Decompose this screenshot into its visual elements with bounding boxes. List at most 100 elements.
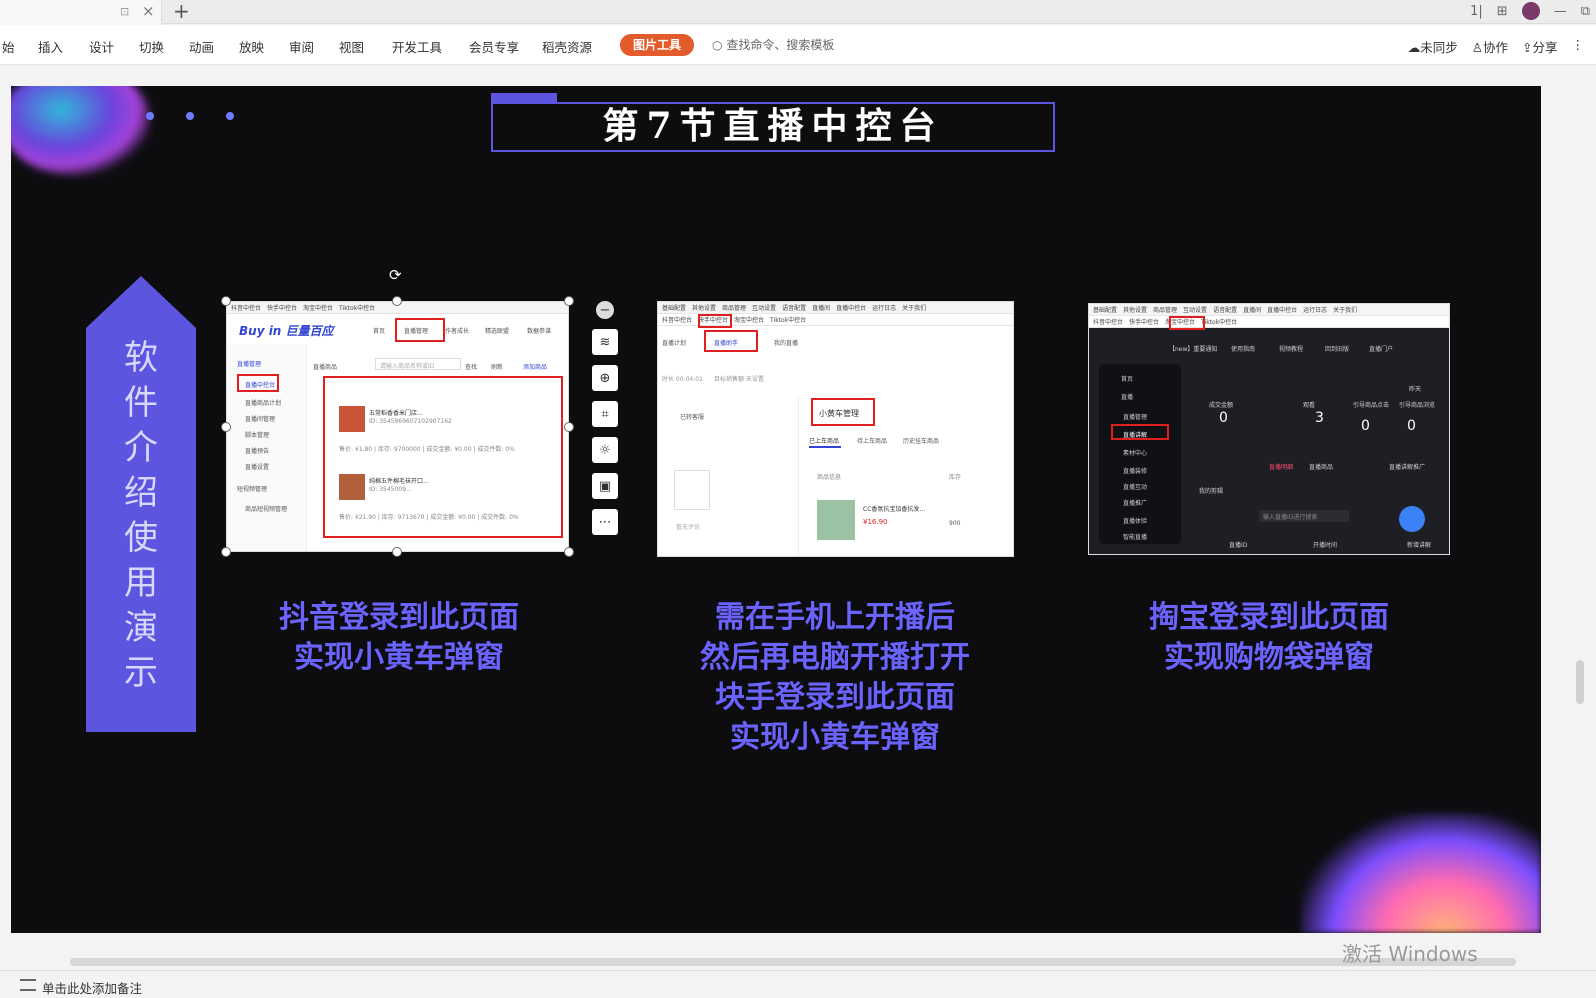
menu-transition[interactable]: 切换 [139,37,164,56]
apps-grid-icon[interactable]: ⊞ [1497,4,1508,19]
highlight-box [1169,316,1205,330]
resize-handle[interactable] [392,547,402,557]
top-button: 【new】重要通知 [1169,346,1218,353]
more-icon[interactable]: ⋮ [1572,37,1585,56]
add-product-button: 添加商品 [523,364,548,371]
caption-kuaishou[interactable]: 需在手机上开播后 然后再电脑开播打开 块手登录到此页面 实现小黄车弹窗 [639,598,1031,758]
menu-developer[interactable]: 开发工具 [392,37,442,56]
image-replace-icon[interactable]: ▣ [592,473,618,499]
notes-icon [20,979,36,991]
collab-button[interactable]: ♙协作 [1472,37,1508,56]
decorative-glow [11,86,151,176]
product-thumbnail [339,406,365,432]
zoom-in-icon[interactable]: ⊕ [592,365,618,391]
nav-item: 首页 [373,328,386,335]
menu-docer[interactable]: 稻壳资源 [542,37,592,56]
avatar[interactable] [1521,2,1540,20]
live-duration: 时长 00:04:01 [662,376,703,383]
tab-label: 互动设置 [752,305,777,312]
menu-item: 直播装修 [1123,468,1148,475]
notes-placeholder[interactable]: 单击此处添加备注 [42,978,142,997]
resize-handle[interactable] [221,296,231,306]
dark-dashboard: 【new】重要通知 使用指南 视频教程 回到旧版 直播门户 首页 直播 直播管理… [1089,330,1449,554]
menu-item: 直播管理 [1123,414,1148,421]
slide[interactable]: 第7节直播中控台 软件介绍使用演示 抖音中控台 快手中控台 淘宝中控台 Tikt… [11,86,1541,933]
panel-tab: 历史挂车商品 [903,438,940,445]
menu-insert[interactable]: 插入 [38,37,63,56]
caption-line: 抖音登录到此页面 [279,600,519,635]
product-id: ID: 3545969607102907162 [369,418,452,425]
minimize-icon[interactable]: — [1554,4,1567,19]
share-button[interactable]: ⇪分享 [1522,37,1558,56]
product-search: 请输入商品名称或ID [375,358,461,370]
restore-icon[interactable]: ⧉ [1581,4,1590,19]
vertical-scrollbar[interactable] [1576,660,1584,704]
menu-review[interactable]: 审阅 [289,37,314,56]
sync-button[interactable]: ☁未同步 [1408,37,1458,56]
product-thumbnail [817,500,855,540]
resize-handle[interactable] [392,296,402,306]
bulb-icon[interactable]: ☼ [592,437,618,463]
crop-icon[interactable]: ⌗ [592,401,618,427]
reading-mode-icon[interactable]: 1| [1470,4,1483,19]
command-search[interactable]: ○ 查找命令、搜索模板 [712,36,834,53]
menu-view[interactable]: 视图 [339,37,364,56]
caption-line: 掏宝登录到此页面 [1149,600,1389,635]
pin-icon[interactable]: ⊡ [120,5,129,18]
search-box: 输入直播ID进行搜索 [1259,510,1349,522]
top-button: 直播门户 [1369,346,1394,353]
nav-item: 作者成长 [445,328,470,335]
menu-start[interactable]: 始 [2,37,15,56]
menu-slideshow[interactable]: 放映 [239,37,264,56]
tab-label: 基础配置 [662,305,687,312]
highlight-box [1111,424,1169,440]
tab-label: 语音配置 [1213,307,1238,314]
menu-animation[interactable]: 动画 [189,37,214,56]
tab-label: 直播中控台 [1267,307,1298,314]
new-tab-button[interactable]: + [173,0,190,23]
table-header: 商品信息 [817,474,842,481]
tab-label: 抖音中控台 [1093,319,1124,326]
notes-pane[interactable]: 单击此处添加备注 [0,970,1596,998]
menu-item: 素材中心 [1123,450,1148,457]
stat-label: 成交金额 [1209,402,1234,409]
close-tab-icon[interactable]: × [142,2,155,20]
screenshot-douyin[interactable]: 抖音中控台 快手中控台 淘宝中控台 Tiktok中控台 Buy in 巨量百应 … [226,301,569,552]
caption-douyin[interactable]: 抖音登录到此页面 实现小黄车弹窗 [231,598,567,678]
empty-text: 暂无评论 [676,524,701,531]
nav-item: 数据参谋 [527,328,552,335]
resize-handle[interactable] [221,422,231,432]
document-tab[interactable]: ⊡ × [0,0,162,25]
resize-handle[interactable] [564,296,574,306]
resize-handle[interactable] [221,547,231,557]
menu-item: 直播体验 [1123,518,1148,525]
picture-tools-tab[interactable]: 图片工具 [620,34,694,56]
collapse-icon[interactable]: − [596,301,614,319]
caption-line: 需在手机上开播后 [715,600,955,635]
product-thumbnail [339,474,365,500]
screenshot-kuaishou[interactable]: 基础配置 其他设置 商品管理 互动设置 语音配置 直播间 直播中控台 运行日志 … [657,301,1014,557]
stat-value: 0 [1219,410,1228,426]
more-options-icon[interactable]: ⋯ [592,509,618,535]
highlight-box [237,374,279,392]
tab-label: 直播间 [812,305,831,312]
layers-icon[interactable]: ≋ [592,329,618,355]
tab-label: 关于我们 [1333,307,1358,314]
footer-label: 直播ID [1229,542,1248,549]
empty-illustration [674,470,710,510]
slide-title[interactable]: 第7节直播中控台 [491,102,1055,152]
detail-tab: 直播讲解推广 [1389,464,1426,471]
rotate-icon[interactable]: ⟳ [389,266,402,284]
product-title: CC香氛抗宝加香抗发... [863,506,926,513]
window-controls: 1| ⊞ — ⧉ [1470,2,1596,20]
menu-design[interactable]: 设计 [89,37,114,56]
screenshot-taobao[interactable]: 基础配置 其他设置 商品管理 互动设置 语音配置 直播间 直播中控台 运行日志 … [1088,303,1450,555]
resize-handle[interactable] [564,547,574,557]
resize-handle[interactable] [564,422,574,432]
horizontal-scrollbar[interactable] [70,958,1516,966]
nav-item: 精选联盟 [485,328,510,335]
caption-taobao[interactable]: 掏宝登录到此页面 实现购物袋弹窗 [1101,598,1437,678]
product-stock: 900 [949,520,961,527]
screenshot-subtabs: 抖音中控台 快手中控台 淘宝中控台 Tiktok中控台 [1089,316,1449,328]
menu-member[interactable]: 会员专享 [469,37,519,56]
